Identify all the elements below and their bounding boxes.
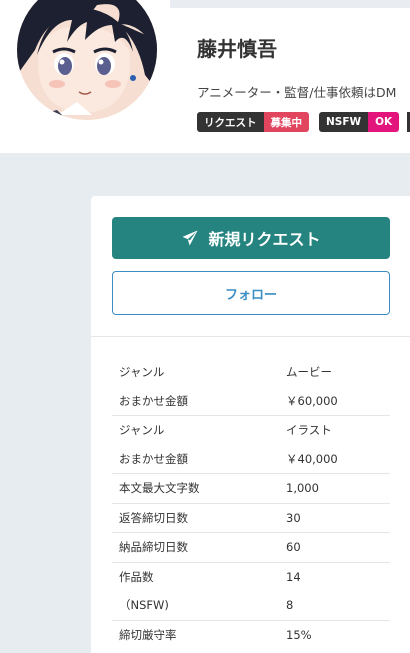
stat-value: 8 xyxy=(286,598,294,613)
badge-value: 募集中 xyxy=(263,112,309,132)
paper-plane-icon xyxy=(182,230,198,246)
request-status-badge: リクエスト 募集中 xyxy=(197,112,309,132)
stat-value: 60 xyxy=(286,540,301,555)
stat-value: 14 xyxy=(286,569,301,584)
stat-value: ￥60,000 xyxy=(286,393,338,408)
profile-header: 藤井慎吾 アニメーター・監督/仕事依頼はDM リクエスト 募集中 NSFW OK xyxy=(0,0,410,153)
profile-bio: アニメーター・監督/仕事依頼はDM xyxy=(197,85,397,100)
stats-row: 締切厳守率 15% xyxy=(112,621,390,650)
stats-row: 納品締切日数 60 xyxy=(112,533,390,563)
stats-row: 返答締切日数 30 xyxy=(112,504,390,533)
stats-row: （NSFW) 8 xyxy=(112,591,390,621)
stat-value: ムービー xyxy=(286,365,332,380)
stats-row: おまかせ金額 ￥40,000 xyxy=(112,445,390,474)
stat-key: 作品数 xyxy=(119,569,154,584)
stat-value: 15% xyxy=(286,627,312,642)
request-card: 新規リクエスト フォロー ジャンル ムービー おまかせ金額 ￥60,000 ジャ… xyxy=(91,196,410,653)
stat-value: ￥40,000 xyxy=(286,451,338,466)
stats-row: おまかせ金額 ￥60,000 xyxy=(112,387,390,416)
badge-value: OK xyxy=(368,112,400,132)
stat-key: ジャンル xyxy=(119,423,165,438)
stats-row: ジャンル イラスト xyxy=(112,416,390,445)
follow-button[interactable]: フォロー xyxy=(112,271,390,315)
new-request-label: 新規リクエスト xyxy=(208,230,321,249)
avatar-illustration xyxy=(17,0,157,120)
header-cover-strip xyxy=(170,0,410,8)
stat-value: 1,000 xyxy=(286,481,319,496)
avatar[interactable] xyxy=(17,0,157,120)
badge-label: リクエスト xyxy=(197,112,264,132)
stat-key: 本文最大文字数 xyxy=(119,481,200,496)
follow-label: フォロー xyxy=(224,287,277,303)
stat-key: ジャンル xyxy=(119,365,165,380)
stats-table: ジャンル ムービー おまかせ金額 ￥60,000 ジャンル イラスト おまかせ金… xyxy=(112,358,390,649)
stat-key: おまかせ金額 xyxy=(119,393,188,408)
stats-row: 作品数 14 xyxy=(112,563,390,592)
stat-key: 納品締切日数 xyxy=(119,540,188,555)
stat-key: 締切厳守率 xyxy=(119,627,177,642)
badge-list: リクエスト 募集中 NSFW OK xyxy=(197,112,409,132)
stat-value: 30 xyxy=(286,510,301,525)
stat-key: （NSFW) xyxy=(119,598,169,613)
stat-key: おまかせ金額 xyxy=(119,451,188,466)
stats-row: ジャンル ムービー xyxy=(112,358,390,387)
stat-key: 返答締切日数 xyxy=(119,510,188,525)
stat-value: イラスト xyxy=(286,423,332,438)
stats-row: 本文最大文字数 1,000 xyxy=(112,474,390,504)
profile-name: 藤井慎吾 xyxy=(197,37,277,61)
nsfw-badge: NSFW OK xyxy=(319,112,400,132)
card-divider xyxy=(91,336,410,337)
badge-label: NSFW xyxy=(319,112,369,132)
new-request-button[interactable]: 新規リクエスト xyxy=(112,217,390,259)
